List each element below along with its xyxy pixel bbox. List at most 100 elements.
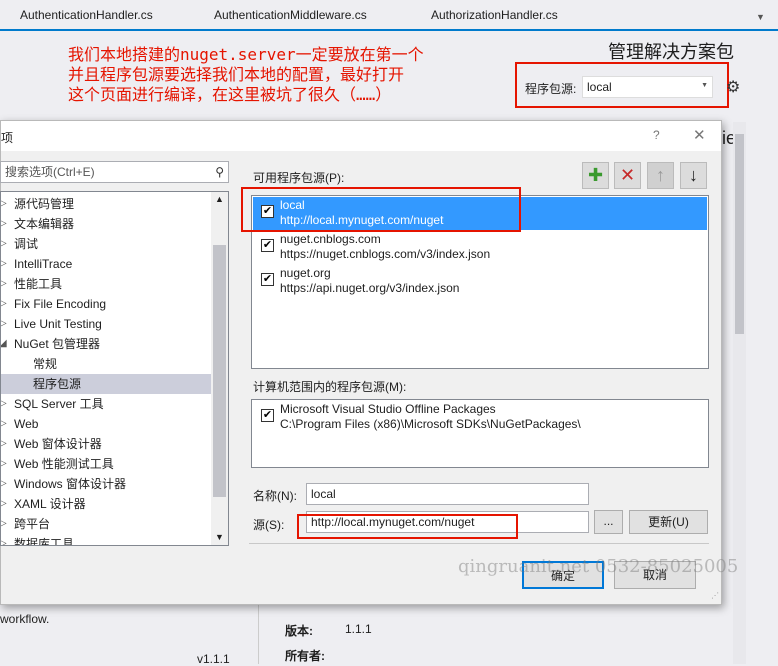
tree-item-label: Fix File Encoding [14, 297, 107, 311]
tree-item[interactable]: ▷ Web 性能测试工具 [1, 454, 212, 474]
tree-item[interactable]: ▷ SQL Server 工具 [1, 394, 212, 414]
expand-arrow-icon[interactable]: ▷ [1, 314, 7, 334]
tree-item[interactable]: ◢ NuGet 包管理器 [1, 334, 212, 354]
manager-title: 管理解决方案包 [608, 42, 734, 62]
checkbox[interactable]: ✔ [261, 239, 274, 252]
tree-item[interactable]: ▷ XAML 设计器 [1, 494, 212, 514]
source-list-item[interactable]: ✔ nuget.org https://api.nuget.org/v3/index… [253, 265, 707, 298]
scroll-down-icon[interactable]: ▼ [215, 532, 224, 542]
move-down-button[interactable]: ↓ [680, 162, 707, 189]
name-label: 名称(N): [253, 489, 297, 503]
tree-item[interactable]: 程序包源 [1, 374, 212, 394]
source-name: Microsoft Visual Studio Offline Packages [280, 402, 496, 416]
tree-item[interactable]: ▷ 文本编辑器 [1, 214, 212, 234]
package-source-value: local [587, 80, 612, 94]
tab-bar: AuthenticationHandler.cs AuthenticationM… [0, 0, 778, 31]
name-value: local [311, 487, 336, 501]
add-source-button[interactable]: ✚ [582, 162, 609, 189]
tree-item-label: 数据库工具 [14, 537, 75, 546]
tab-authorization-handler[interactable]: AuthorizationHandler.cs [431, 8, 558, 22]
tree-item[interactable]: ▷ Web 窗体设计器 [1, 434, 212, 454]
version-label: 版本: [285, 624, 313, 638]
checkbox[interactable]: ✔ [261, 409, 274, 422]
expand-arrow-icon[interactable]: ▷ [1, 294, 7, 314]
browse-button[interactable]: ... [594, 510, 623, 534]
tree-item[interactable]: ▷ 源代码管理 [1, 194, 212, 214]
expand-arrow-icon[interactable]: ▷ [1, 514, 7, 534]
tab-dropdown-icon[interactable]: ▼ [756, 12, 765, 22]
dialog-titlebar: 项 ? ✕ [1, 121, 721, 151]
options-dialog: 项 ? ✕ 搜索选项(Ctrl+E)⚲ ▷数据库工具▷跨平台▷XAML 设计器▷… [0, 120, 722, 605]
tree-item-label: Windows 窗体设计器 [14, 477, 127, 491]
help-button[interactable]: ? [653, 128, 660, 142]
search-icon: ⚲ [215, 165, 224, 179]
scroll-thumb[interactable] [213, 245, 226, 497]
tree-item[interactable]: 常规 [1, 354, 212, 374]
expand-arrow-icon[interactable]: ▷ [1, 394, 7, 414]
source-url: C:\Program Files (x86)\Microsoft SDKs\Nu… [280, 417, 581, 431]
tab-authentication-middleware[interactable]: AuthenticationMiddleware.cs [214, 8, 367, 22]
machine-sources-list: ✔ Microsoft Visual Studio Offline Package… [251, 399, 709, 468]
tree-item-label: IntelliTrace [14, 257, 73, 271]
expand-arrow-icon[interactable]: ▷ [1, 434, 7, 454]
collapse-arrow-icon[interactable]: ◢ [1, 334, 7, 354]
tree-scrollbar[interactable]: ▲ ▼ [211, 192, 228, 545]
tree-item[interactable]: ▷ 调试 [1, 234, 212, 254]
move-up-button[interactable]: ↑ [647, 162, 674, 189]
source-label: 源(S): [253, 518, 285, 532]
dialog-title: 项 [1, 131, 14, 145]
tree-item[interactable]: ▷ 数据库工具 [1, 534, 212, 546]
expand-arrow-icon[interactable]: ▷ [1, 234, 7, 254]
expand-arrow-icon[interactable]: ▷ [1, 194, 7, 214]
scroll-up-icon[interactable]: ▲ [215, 194, 224, 204]
package-source-label: 程序包源: [525, 82, 577, 96]
background-scrollbar[interactable] [733, 122, 746, 664]
options-search-input[interactable]: 搜索选项(Ctrl+E) ⚲ [0, 161, 229, 183]
remove-source-button[interactable]: ✕ [614, 162, 641, 189]
tree-item[interactable]: ▷ 跨平台 [1, 514, 212, 534]
tree-item[interactable]: ▷ Web [1, 414, 212, 434]
expand-arrow-icon[interactable]: ▷ [1, 494, 7, 514]
tree-item[interactable]: ▷ Live Unit Testing [1, 314, 212, 334]
watermark: qingruanit.net 0532-85025005 [458, 556, 739, 577]
source-url: https://api.nuget.org/v3/index.json [280, 281, 460, 295]
close-button[interactable]: ✕ [693, 126, 706, 144]
name-input[interactable]: local [306, 483, 589, 505]
update-button[interactable]: 更新(U) [629, 510, 708, 534]
options-tree: ▷ 数据库工具 ▷ 跨平台 ▷ XAML 设计器 ▷ Windows 窗体设计器 ▷ Web 性能… [0, 191, 229, 546]
annotation-text: 我们本地搭建的nuget.server一定要放在第一个 并且程序包源要选择我们本… [68, 45, 424, 104]
expand-arrow-icon[interactable]: ▷ [1, 414, 7, 434]
tree-item-label: 常规 [33, 357, 58, 371]
tree-item-label: Web [14, 417, 39, 431]
tree-item[interactable]: ▷ IntelliTrace [1, 254, 212, 274]
source-list-item[interactable]: ✔ nuget.cnblogs.com https://nuget.cnblogs.… [253, 231, 707, 264]
tree-item-label: 性能工具 [14, 277, 63, 291]
version-value: 1.1.1 [345, 622, 372, 636]
source-name: nuget.cnblogs.com [280, 232, 381, 246]
highlight-box [241, 187, 521, 232]
tree-item-label: Web 窗体设计器 [14, 437, 102, 451]
highlight-box [297, 514, 518, 539]
tree-item[interactable]: ▷ Windows 窗体设计器 [1, 474, 212, 494]
gear-icon[interactable]: ⚙ [726, 77, 740, 97]
expand-arrow-icon[interactable]: ▷ [1, 474, 7, 494]
source-name: nuget.org [280, 266, 331, 280]
tree-item-label: Web 性能测试工具 [14, 457, 114, 471]
expand-arrow-icon[interactable]: ▷ [1, 254, 7, 274]
expand-arrow-icon[interactable]: ▷ [1, 454, 7, 474]
tree-item-label: 跨平台 [14, 517, 51, 531]
search-placeholder: 搜索选项(Ctrl+E) [5, 165, 95, 179]
tree-item[interactable]: ▷ Fix File Encoding [1, 294, 212, 314]
package-source-select[interactable]: local ▼ [582, 76, 713, 98]
expand-arrow-icon[interactable]: ▷ [1, 214, 7, 234]
tree-item-label: NuGet 包管理器 [14, 337, 101, 351]
list-item[interactable]: ✔ Microsoft Visual Studio Offline Package… [253, 401, 707, 434]
tree-item-label: XAML 设计器 [14, 497, 86, 511]
machine-sources-label: 计算机范围内的程序包源(M): [253, 380, 407, 394]
checkbox[interactable]: ✔ [261, 273, 274, 286]
expand-arrow-icon[interactable]: ▷ [1, 534, 7, 545]
tree-item[interactable]: ▷ 性能工具 [1, 274, 212, 294]
tab-authentication-handler[interactable]: AuthenticationHandler.cs [20, 8, 153, 22]
resize-grip-icon[interactable]: ⋰ [711, 591, 719, 600]
expand-arrow-icon[interactable]: ▷ [1, 274, 7, 294]
